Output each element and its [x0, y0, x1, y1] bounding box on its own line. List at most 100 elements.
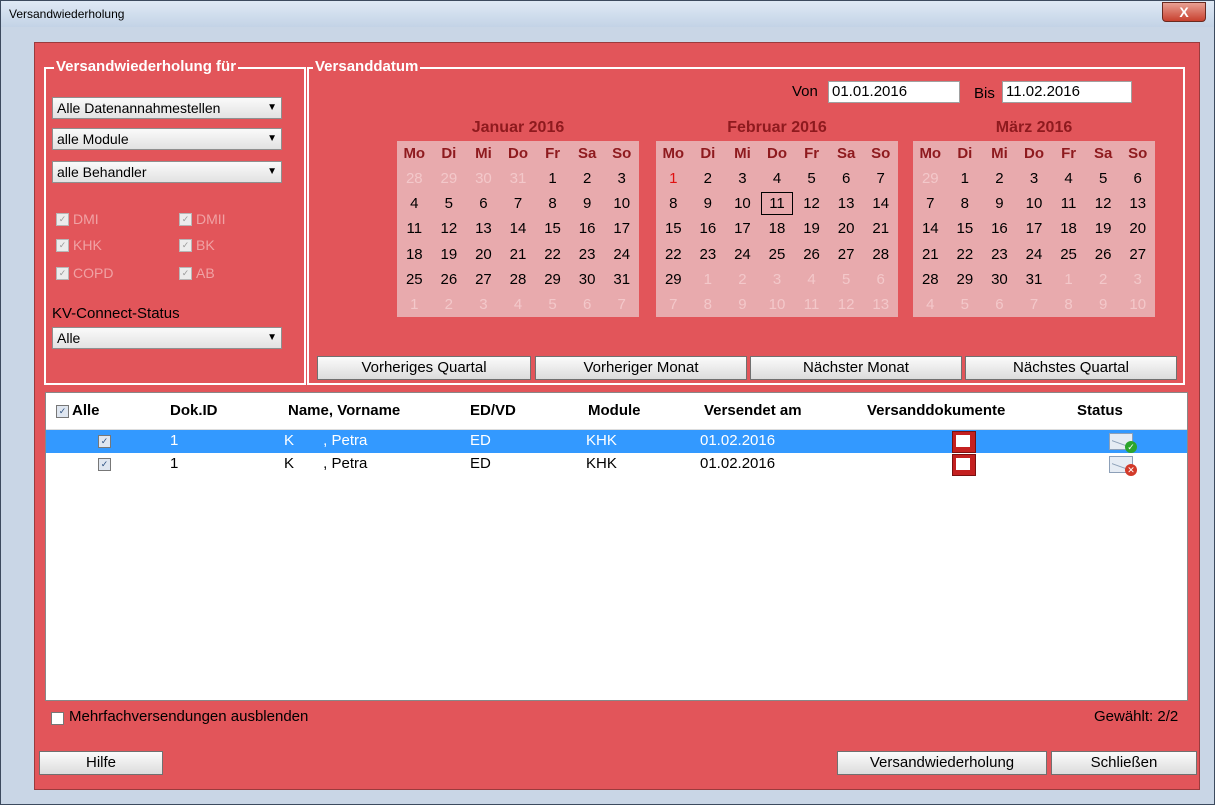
calendar-day[interactable]: 19 [1086, 216, 1121, 241]
calendar-day[interactable]: 13 [863, 292, 898, 317]
calendar-day[interactable]: 1 [1051, 267, 1086, 292]
close-window-button[interactable]: X [1162, 2, 1206, 22]
calendar-day[interactable]: 13 [1120, 191, 1155, 216]
calendar-day[interactable]: 7 [604, 292, 639, 317]
calendar-day[interactable]: 26 [432, 267, 467, 292]
calendar-day[interactable]: 2 [725, 267, 760, 292]
calendar-day[interactable]: 24 [725, 242, 760, 267]
calendar-day[interactable]: 5 [535, 292, 570, 317]
calendar-day[interactable]: 3 [604, 166, 639, 191]
title-bar[interactable]: Versandwiederholung X [1, 1, 1214, 27]
calendar-day[interactable]: 1 [535, 166, 570, 191]
calendar-day[interactable]: 28 [501, 267, 536, 292]
calendar-day[interactable]: 6 [1120, 166, 1155, 191]
calendar-day[interactable]: 22 [535, 242, 570, 267]
calendar-day[interactable]: 15 [656, 216, 691, 241]
calendar-day[interactable]: 16 [982, 216, 1017, 241]
calendar-day[interactable]: 10 [760, 292, 795, 317]
calendar-day[interactable]: 27 [1120, 242, 1155, 267]
calendar-day[interactable]: 8 [535, 191, 570, 216]
calendar-day[interactable]: 14 [863, 191, 898, 216]
module-checkbox-copd[interactable]: ✓ COPD [56, 265, 113, 281]
von-date-field[interactable]: 01.01.2016 [828, 81, 960, 103]
calendar-day[interactable]: 30 [982, 267, 1017, 292]
calendar-day[interactable]: 7 [501, 191, 536, 216]
row-checkbox[interactable]: ✓ [98, 435, 111, 448]
next-quarter-button[interactable]: Nächstes Quartal [965, 356, 1177, 380]
calendar-day[interactable]: 20 [466, 242, 501, 267]
calendar-day[interactable]: 26 [1086, 242, 1121, 267]
calendar-day[interactable]: 4 [794, 267, 829, 292]
column-header-alle[interactable]: Alle [72, 402, 100, 419]
calendar-day[interactable]: 2 [570, 166, 605, 191]
calendar-day[interactable]: 30 [466, 166, 501, 191]
calendar-day[interactable]: 6 [829, 166, 864, 191]
calendar-day[interactable]: 1 [397, 292, 432, 317]
calendar-day[interactable]: 17 [604, 216, 639, 241]
calendar-day[interactable]: 1 [948, 166, 983, 191]
kv-connect-status-combo[interactable]: Alle ▼ [52, 327, 282, 349]
hide-multiple-checkbox[interactable] [51, 712, 64, 725]
calendar-day[interactable]: 23 [982, 242, 1017, 267]
calendar-day[interactable]: 3 [760, 267, 795, 292]
calendar-day[interactable]: 1 [656, 166, 691, 191]
calendar-day[interactable]: 28 [397, 166, 432, 191]
pdf-document-icon[interactable] [952, 454, 976, 476]
calendar-day[interactable]: 9 [1086, 292, 1121, 317]
calendar-day[interactable]: 26 [794, 242, 829, 267]
calendar-day[interactable]: 12 [794, 191, 829, 216]
calendar-day[interactable]: 14 [913, 216, 948, 241]
table-row[interactable]: ✓ 1 K , Petra ED KHK 01.02.2016 ✕ [46, 453, 1187, 476]
close-button[interactable]: Schließen [1051, 751, 1197, 775]
column-header-dokid[interactable]: Dok.ID [170, 402, 218, 419]
calendar-day[interactable]: 6 [570, 292, 605, 317]
calendar-day[interactable]: 30 [570, 267, 605, 292]
calendar-day[interactable]: 23 [691, 242, 726, 267]
calendar-day[interactable]: 15 [948, 216, 983, 241]
calendar-day[interactable]: 29 [948, 267, 983, 292]
calendar-day[interactable]: 12 [432, 216, 467, 241]
calendar-day[interactable]: 19 [432, 242, 467, 267]
column-header-status[interactable]: Status [1077, 402, 1123, 419]
next-month-button[interactable]: Nächster Monat [750, 356, 962, 380]
calendar-day[interactable]: 7 [1017, 292, 1052, 317]
calendar-day[interactable]: 19 [794, 216, 829, 241]
column-header-versendet[interactable]: Versendet am [704, 402, 802, 419]
calendar-day[interactable]: 7 [656, 292, 691, 317]
calendar-day[interactable]: 18 [1051, 216, 1086, 241]
calendar-day[interactable]: 4 [913, 292, 948, 317]
calendar-day[interactable]: 11 [397, 216, 432, 241]
calendar-day[interactable]: 23 [570, 242, 605, 267]
calendar-day[interactable]: 3 [466, 292, 501, 317]
previous-month-button[interactable]: Vorheriger Monat [535, 356, 747, 380]
calendar-day[interactable]: 3 [1017, 166, 1052, 191]
calendar-day[interactable]: 29 [432, 166, 467, 191]
calendar-day[interactable]: 9 [570, 191, 605, 216]
calendar-day[interactable]: 21 [863, 216, 898, 241]
calendar-day[interactable]: 18 [760, 216, 795, 241]
calendar-day[interactable]: 28 [913, 267, 948, 292]
calendar-day[interactable]: 11 [1051, 191, 1086, 216]
calendar-day[interactable]: 25 [397, 267, 432, 292]
calendar-day[interactable]: 29 [535, 267, 570, 292]
calendar-day[interactable]: 6 [982, 292, 1017, 317]
calendar-day[interactable]: 17 [1017, 216, 1052, 241]
behandler-combo[interactable]: alle Behandler ▼ [52, 161, 282, 183]
bis-date-field[interactable]: 11.02.2016 [1002, 81, 1132, 103]
resend-button[interactable]: Versandwiederholung [837, 751, 1047, 775]
column-header-edvd[interactable]: ED/VD [470, 402, 516, 419]
calendar-day[interactable]: 22 [948, 242, 983, 267]
calendar-day[interactable]: 2 [1086, 267, 1121, 292]
calendar-day[interactable]: 29 [656, 267, 691, 292]
calendar-day[interactable]: 1 [691, 267, 726, 292]
calendar-day[interactable]: 8 [691, 292, 726, 317]
calendar-day[interactable]: 20 [1120, 216, 1155, 241]
calendar-day[interactable]: 5 [1086, 166, 1121, 191]
calendar-day[interactable]: 24 [1017, 242, 1052, 267]
calendar-day[interactable]: 3 [725, 166, 760, 191]
calendar-day[interactable]: 5 [794, 166, 829, 191]
calendar-day[interactable]: 9 [982, 191, 1017, 216]
calendar-day[interactable]: 21 [501, 242, 536, 267]
calendar-day[interactable]: 8 [948, 191, 983, 216]
calendar-day[interactable]: 22 [656, 242, 691, 267]
